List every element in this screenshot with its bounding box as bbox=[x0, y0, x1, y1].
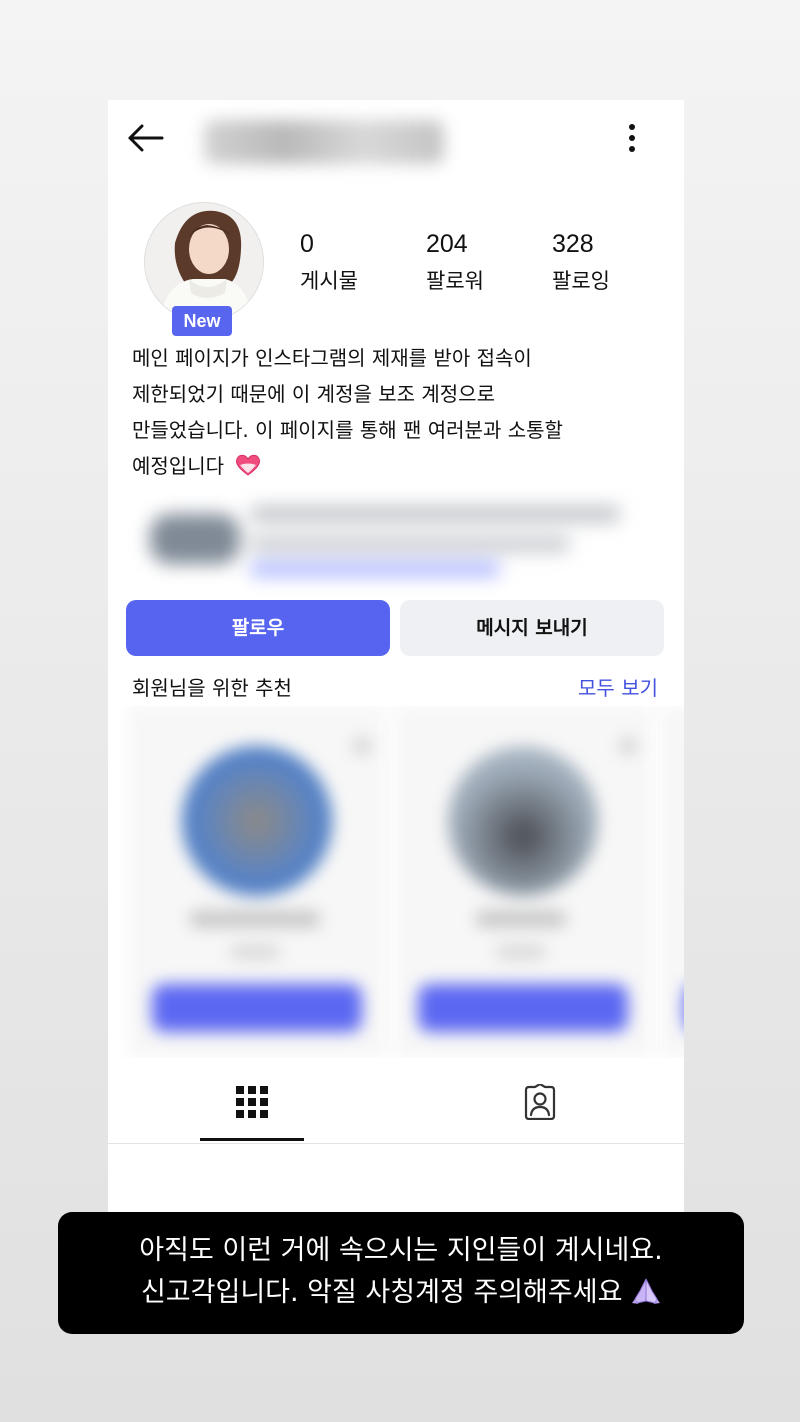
new-badge: New bbox=[172, 306, 232, 336]
suggestion-card[interactable] bbox=[660, 706, 684, 1058]
posts-count: 0 bbox=[300, 230, 314, 258]
message-button[interactable]: 메시지 보내기 bbox=[400, 600, 664, 656]
followers-count: 204 bbox=[426, 230, 468, 258]
heart-emoji-icon bbox=[234, 452, 262, 476]
followers-stat[interactable]: 204 팔로워 bbox=[426, 230, 484, 295]
following-label: 팔로잉 bbox=[552, 269, 610, 293]
story-caption: 아직도 이런 거에 속으시는 지인들이 계시네요. 신고각입니다. 악질 사칭계… bbox=[58, 1212, 744, 1334]
top-bar bbox=[108, 100, 684, 172]
bio-line: 메인 페이지가 인스타그램의 제재를 받아 접속이 bbox=[132, 346, 532, 370]
bio-line: 제한되었기 때문에 이 계정을 보조 계정으로 bbox=[132, 382, 495, 406]
more-options-button[interactable] bbox=[616, 120, 648, 156]
suggestion-card[interactable] bbox=[394, 706, 652, 1058]
active-tab-indicator bbox=[200, 1138, 304, 1141]
back-arrow-icon bbox=[128, 124, 164, 152]
caption-line-2: 신고각입니다. 악질 사칭계정 주의해주세요 bbox=[68, 1272, 734, 1314]
back-button[interactable] bbox=[124, 118, 166, 158]
posts-label: 게시물 bbox=[300, 269, 358, 293]
profile-bio: 메인 페이지가 인스타그램의 제재를 받아 접속이 제한되었기 때문에 이 계정… bbox=[132, 340, 652, 484]
profile-screen: New 0 게시물 204 팔로워 328 팔로잉 메인 페이지가 인스타그램의… bbox=[108, 100, 684, 1230]
avatar bbox=[144, 202, 264, 322]
avatar-photo bbox=[145, 203, 263, 321]
followers-label: 팔로워 bbox=[426, 269, 484, 293]
bio-line-last: 예정입니다 bbox=[132, 448, 652, 484]
suggestions-title: 회원님을 위한 추천 bbox=[132, 676, 292, 700]
tab-posts-grid[interactable] bbox=[200, 1068, 304, 1140]
tagged-person-icon bbox=[524, 1084, 556, 1120]
praying-hands-emoji-icon bbox=[631, 1276, 661, 1304]
tab-tagged[interactable] bbox=[488, 1068, 592, 1140]
grid-icon bbox=[236, 1086, 268, 1118]
more-vertical-icon bbox=[629, 124, 635, 152]
username-blurred bbox=[204, 120, 444, 164]
suggestions-carousel bbox=[120, 706, 684, 1058]
posts-stat[interactable]: 0 게시물 bbox=[300, 230, 358, 295]
profile-tab-bar bbox=[108, 1068, 684, 1144]
caption-line: 아직도 이런 거에 속으시는 지인들이 계시네요. bbox=[139, 1235, 663, 1266]
follow-button[interactable]: 팔로우 bbox=[126, 600, 390, 656]
following-stat[interactable]: 328 팔로잉 bbox=[552, 230, 610, 295]
blurred-link-preview bbox=[120, 488, 628, 588]
bio-line: 예정입니다 bbox=[132, 454, 224, 478]
caption-line-text: 신고각입니다. 악질 사칭계정 주의해주세요 bbox=[140, 1277, 623, 1308]
see-all-link[interactable]: 모두 보기 bbox=[578, 672, 658, 701]
suggestion-card[interactable] bbox=[128, 706, 386, 1058]
profile-avatar[interactable] bbox=[144, 202, 264, 322]
following-count: 328 bbox=[552, 230, 594, 258]
bio-line: 만들었습니다. 이 페이지를 통해 팬 여러분과 소통할 bbox=[132, 418, 563, 442]
